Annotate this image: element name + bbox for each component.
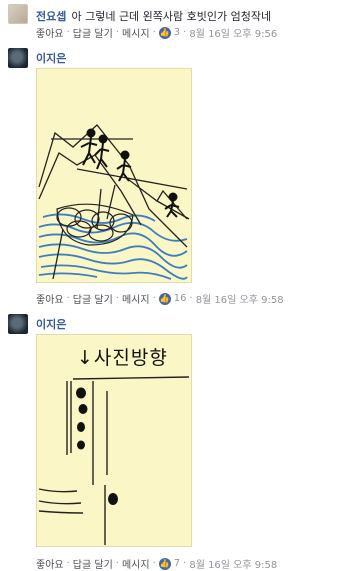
like-count: 3: [173, 27, 181, 38]
reply-link[interactable]: 답글 달기: [73, 556, 113, 571]
avatar[interactable]: [8, 4, 28, 24]
drawing-annotation: ↓사진방향: [77, 347, 168, 369]
timestamp[interactable]: 8월 16일 오후 9:56: [189, 25, 277, 40]
road-lines: [38, 376, 190, 545]
comment-text: 아 그렇네 근데 왼쪽사람 호빗인가 엄청작네: [71, 10, 272, 23]
stick-figures: [80, 128, 180, 218]
comment-actions: 좋아요 · 답글 달기 · 메시지 · 👍 3 · 8월 16일 오후 9:56: [36, 25, 278, 40]
like-count: 16: [173, 293, 187, 304]
like-count: 7: [173, 558, 181, 569]
thumbs-up-icon: 👍: [158, 557, 171, 570]
avatar[interactable]: [8, 314, 28, 334]
like-link[interactable]: 좋아요: [36, 25, 64, 40]
comment-actions: 좋아요 · 답글 달기 · 메시지 · 👍 16 · 8월 16일 오후 9:58: [36, 291, 284, 306]
comment-actions: 좋아요 · 답글 달기 · 메시지 · 👍 7 · 8월 16일 오후 9:58: [36, 556, 278, 571]
thumbs-up-icon: 👍: [158, 292, 171, 305]
reply-link[interactable]: 답글 달기: [73, 25, 113, 40]
comment-body: 전요셉 아 그렇네 근데 왼쪽사람 호빗인가 엄청작네: [36, 5, 271, 24]
comment-image-sketch[interactable]: [36, 68, 192, 283]
cliff-lines: [38, 124, 190, 280]
comment-author[interactable]: 이지은: [36, 50, 66, 66]
thumbs-up-icon: 👍: [158, 26, 171, 39]
message-link[interactable]: 메시지: [122, 556, 150, 571]
comment-author[interactable]: 이지은: [36, 316, 66, 332]
timestamp[interactable]: 8월 16일 오후 9:58: [189, 556, 277, 571]
sketch-drawing: [38, 124, 190, 280]
like-link[interactable]: 좋아요: [36, 291, 64, 306]
message-link[interactable]: 메시지: [122, 25, 150, 40]
avatar[interactable]: [8, 48, 28, 68]
comment-image-sketch[interactable]: ↓사진방향: [36, 334, 192, 547]
comment-author[interactable]: 전요셉: [36, 10, 66, 23]
message-link[interactable]: 메시지: [122, 291, 150, 306]
reply-link[interactable]: 답글 달기: [73, 291, 113, 306]
dot-markers: [76, 387, 118, 505]
like-link[interactable]: 좋아요: [36, 556, 64, 571]
timestamp[interactable]: 8월 16일 오후 9:58: [196, 291, 284, 306]
